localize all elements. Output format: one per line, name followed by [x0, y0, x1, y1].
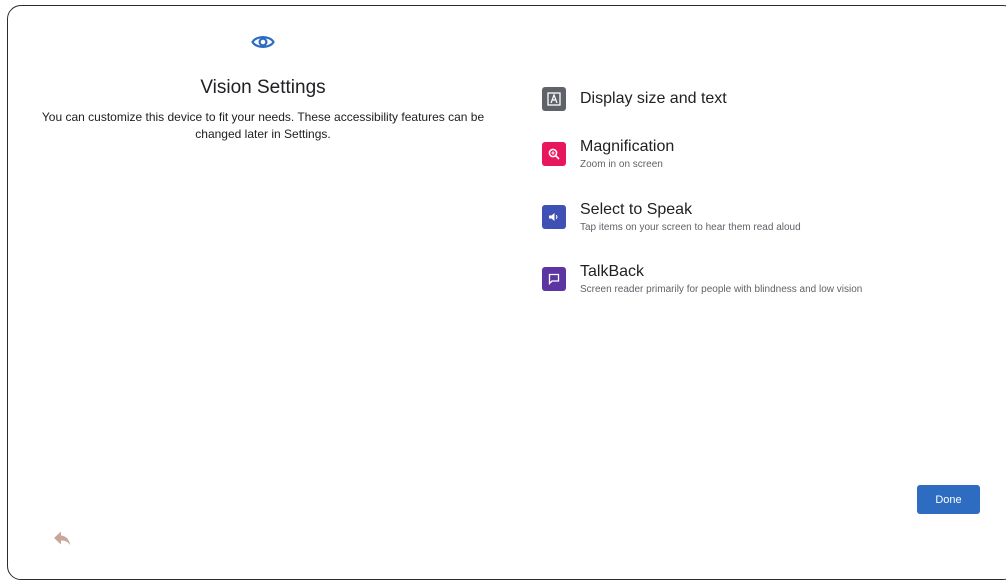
option-subtitle: Screen reader primarily for people with …	[580, 284, 863, 295]
option-label: Magnification	[580, 138, 675, 155]
talkback-icon	[542, 267, 566, 291]
done-button[interactable]: Done	[917, 485, 980, 514]
eye-icon	[251, 36, 275, 48]
option-select-to-speak[interactable]: Select to Speak Tap items on your screen…	[542, 201, 982, 245]
option-label: Select to Speak	[580, 201, 693, 218]
option-label: Display size and text	[580, 90, 727, 107]
page-description: You can customize this device to fit you…	[41, 110, 485, 141]
option-subtitle: Zoom in on screen	[580, 159, 663, 170]
option-subtitle: Tap items on your screen to hear them re…	[580, 222, 801, 233]
option-magnification[interactable]: Magnification Zoom in on screen	[542, 138, 982, 182]
speaker-icon	[542, 205, 566, 229]
back-arrow-icon[interactable]	[53, 530, 71, 546]
page-title: Vision Settings	[200, 77, 326, 98]
option-talkback[interactable]: TalkBack Screen reader primarily for peo…	[542, 263, 982, 307]
option-display-size-and-text[interactable]: Display size and text	[542, 87, 982, 131]
magnify-icon	[542, 142, 566, 166]
option-label: TalkBack	[580, 263, 645, 280]
text-size-icon	[542, 87, 566, 111]
